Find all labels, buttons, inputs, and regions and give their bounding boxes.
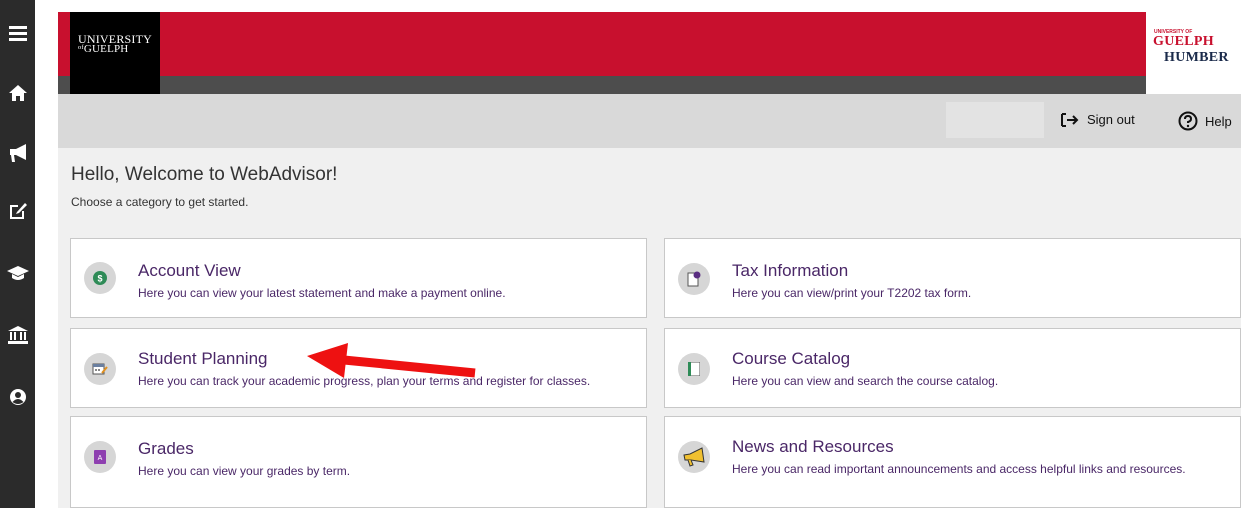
page-subtitle: Choose a category to get started.	[71, 195, 249, 209]
help-icon	[1178, 111, 1198, 131]
svg-text:$: $	[97, 274, 102, 284]
partner-humber-text: HUMBER	[1164, 50, 1229, 65]
student-planning-card[interactable]: Student Planning Here you can track your…	[70, 328, 647, 408]
account-view-desc: Here you can view your latest statement …	[138, 286, 506, 300]
side-nav	[0, 0, 35, 508]
grades-desc: Here you can view your grades by term.	[138, 464, 351, 478]
help-button[interactable]: Help	[1178, 111, 1232, 131]
partner-guelph-text: GUELPH	[1153, 34, 1214, 49]
menu-icon[interactable]	[0, 20, 35, 46]
bank-icon[interactable]	[0, 322, 35, 348]
grade-icon: A	[84, 441, 116, 473]
guelph-humber-logo: UNIVERSITY OF GUELPH HUMBER	[1150, 12, 1241, 94]
home-icon[interactable]	[0, 80, 35, 106]
calendar-icon	[84, 353, 116, 385]
account-view-title[interactable]: Account View	[138, 261, 241, 281]
header-top-strip	[35, 0, 1241, 12]
sign-out-button[interactable]: Sign out	[1061, 112, 1135, 127]
course-catalog-card[interactable]: Course Catalog Here you can view and sea…	[664, 328, 1241, 408]
tax-information-desc: Here you can view/print your T2202 tax f…	[732, 286, 972, 300]
tax-form-icon	[678, 263, 710, 295]
user-bar: Sign out Help	[58, 94, 1241, 148]
header-red-band	[58, 12, 1146, 76]
account-view-card[interactable]: $ Account View Here you can view your la…	[70, 238, 647, 318]
page-title: Hello, Welcome to WebAdvisor!	[71, 164, 338, 185]
tax-information-card[interactable]: Tax Information Here you can view/print …	[664, 238, 1241, 318]
sign-out-label: Sign out	[1087, 112, 1135, 127]
grades-title[interactable]: Grades	[138, 439, 194, 459]
help-label: Help	[1205, 113, 1232, 129]
news-resources-desc: Here you can read important announcement…	[732, 462, 1186, 476]
sign-out-icon	[1061, 112, 1079, 127]
user-name-area[interactable]	[946, 102, 1044, 138]
student-planning-title[interactable]: Student Planning	[138, 349, 268, 369]
svg-text:A: A	[98, 455, 103, 462]
book-icon	[678, 353, 710, 385]
edit-icon[interactable]	[0, 198, 35, 224]
course-catalog-title[interactable]: Course Catalog	[732, 349, 850, 369]
welcome-section: Hello, Welcome to WebAdvisor! Choose a c…	[58, 148, 1241, 222]
tax-information-title[interactable]: Tax Information	[732, 261, 848, 281]
news-resources-title[interactable]: News and Resources	[732, 437, 894, 457]
user-circle-icon[interactable]	[0, 384, 35, 410]
grades-card[interactable]: A Grades Here you can view your grades b…	[70, 416, 647, 508]
header-dark-band	[58, 76, 1146, 94]
dollar-icon: $	[84, 262, 116, 294]
university-logo[interactable]: UNIVERSITY ᵒᶠGUELPH	[70, 12, 160, 94]
webadvisor-page: UNIVERSITY ᵒᶠGUELPH UNIVERSITY OF GUELPH…	[0, 0, 1241, 508]
graduation-cap-icon[interactable]	[0, 260, 35, 286]
student-planning-desc: Here you can track your academic progres…	[138, 374, 591, 388]
course-catalog-desc: Here you can view and search the course …	[732, 374, 999, 388]
megaphone-icon	[678, 441, 710, 473]
news-resources-card[interactable]: News and Resources Here you can read imp…	[664, 416, 1241, 508]
megaphone-icon[interactable]	[0, 140, 35, 166]
